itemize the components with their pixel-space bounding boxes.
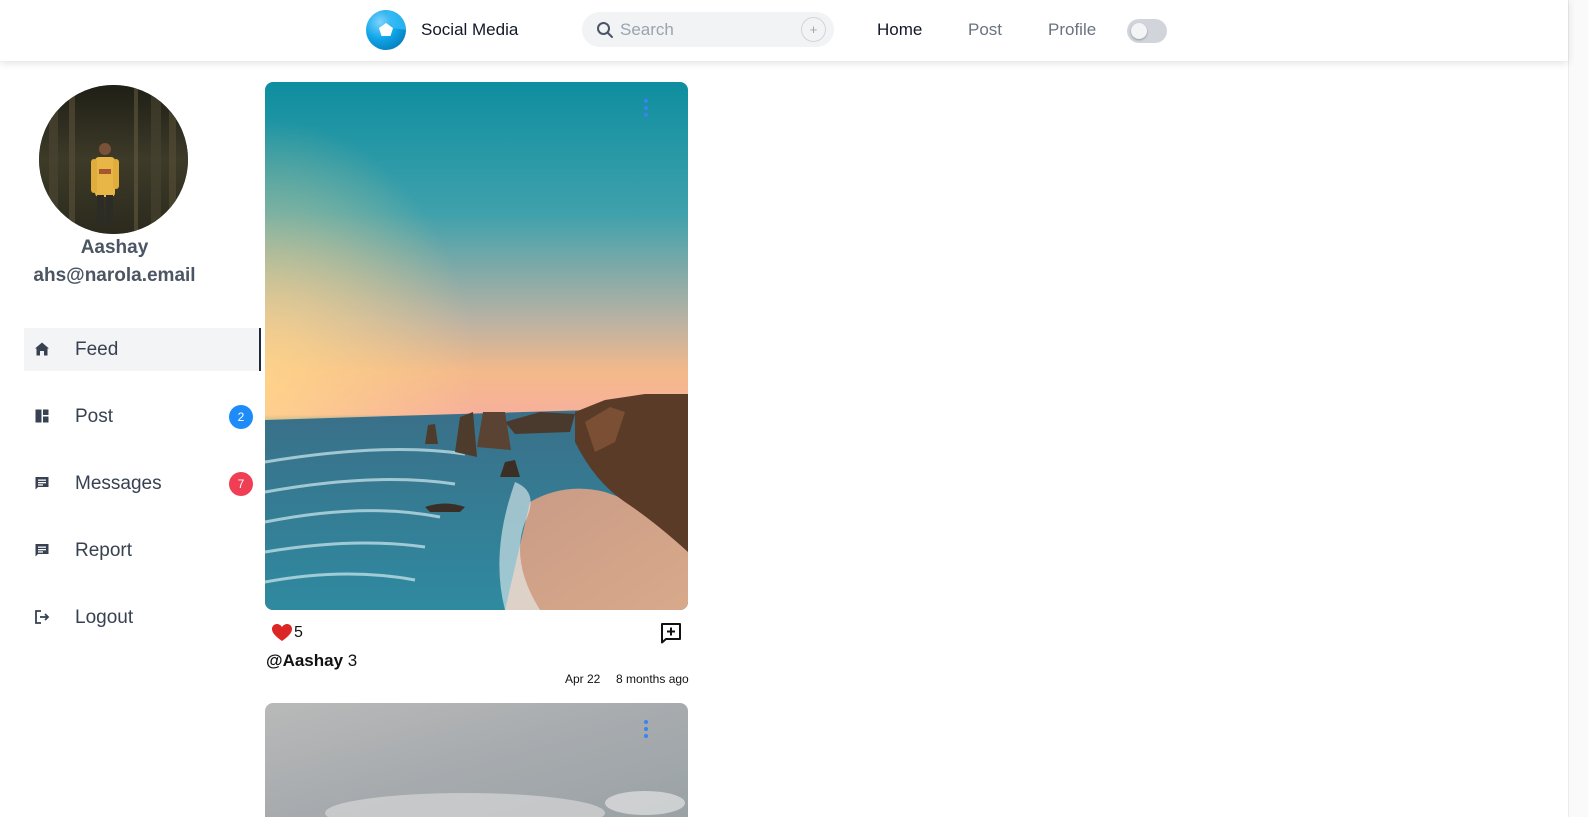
top-navbar: Social Media + Home Post Profile <box>0 0 1568 61</box>
post-date: Apr 22 <box>565 672 601 686</box>
home-icon <box>35 342 49 356</box>
post-author[interactable]: @Aashay <box>266 651 343 670</box>
post-options-icon[interactable] <box>643 99 649 121</box>
sidebar-item-post[interactable]: Post 2 <box>24 395 261 438</box>
sidebar-item-label: Post <box>75 406 114 427</box>
nav-profile[interactable]: Profile <box>1048 20 1096 40</box>
search-icon <box>597 22 613 38</box>
report-icon <box>35 544 49 557</box>
post-options-icon[interactable] <box>643 720 649 742</box>
app-logo[interactable] <box>366 10 406 50</box>
user-email: ahs@narola.email <box>33 265 196 286</box>
post-image[interactable] <box>265 82 688 610</box>
sidebar-item-label: Messages <box>75 473 162 494</box>
sidebar-item-label: Report <box>75 540 133 561</box>
message-icon <box>35 477 49 490</box>
sidebar-item-logout[interactable]: Logout <box>24 596 261 639</box>
user-name: Aashay <box>80 237 149 258</box>
sidebar-item-feed[interactable]: Feed <box>24 328 261 371</box>
sidebar-item-label: Feed <box>75 339 119 360</box>
sidebar-item-report[interactable]: Report <box>24 529 261 572</box>
logout-icon <box>35 610 50 624</box>
avatar[interactable] <box>39 85 188 234</box>
toggle-knob <box>1131 23 1147 39</box>
post-count-badge: 2 <box>229 405 253 429</box>
nav-post[interactable]: Post <box>968 20 1002 40</box>
post-image[interactable] <box>265 703 688 817</box>
search-bar: + <box>582 12 834 47</box>
post-relative-time: 8 months ago <box>616 672 689 686</box>
heart-icon[interactable] <box>271 622 293 644</box>
like-count: 5 <box>294 624 303 641</box>
add-comment-icon[interactable] <box>660 622 682 644</box>
nav-home[interactable]: Home <box>877 20 922 40</box>
dashboard-icon <box>35 409 49 423</box>
search-input[interactable] <box>620 18 790 42</box>
sidebar-item-messages[interactable]: Messages 7 <box>24 462 261 505</box>
messages-count-badge: 7 <box>229 472 253 496</box>
dark-mode-toggle[interactable] <box>1127 19 1167 43</box>
add-button[interactable]: + <box>801 17 826 42</box>
post-caption-text: 3 <box>347 651 358 670</box>
post-caption: @Aashay 3 <box>266 651 357 671</box>
brand-name[interactable]: Social Media <box>421 20 518 40</box>
sidebar-item-label: Logout <box>75 607 134 628</box>
page-scrollbar[interactable] <box>1568 0 1588 817</box>
